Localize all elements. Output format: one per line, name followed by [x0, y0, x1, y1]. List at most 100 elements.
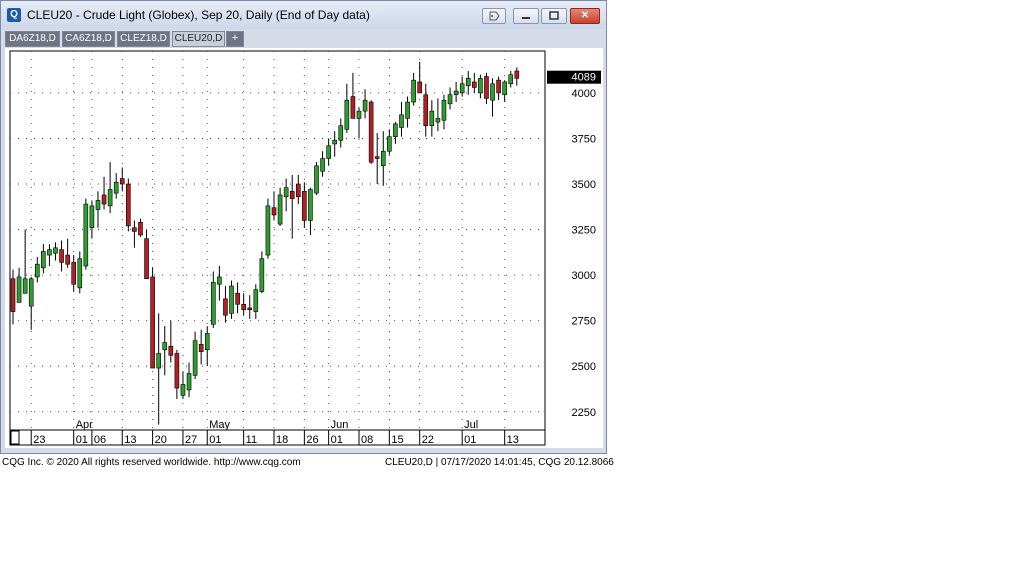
app-icon: Q	[7, 8, 21, 22]
candle-body	[465, 78, 471, 86]
candle-body	[453, 90, 459, 96]
x-tick-label: 22	[422, 434, 434, 446]
candle-body	[459, 83, 465, 94]
x-tick-label: 13	[507, 434, 519, 446]
x-tick-label: 23	[33, 434, 45, 446]
candle-body	[399, 114, 404, 128]
x-tick-label: 18	[276, 434, 288, 446]
status-text: CLEU20,D | 07/17/2020 14:01:45, CQG 20.1…	[385, 457, 614, 468]
y-tick-label: 3000	[572, 270, 596, 282]
last-price-label: 4089	[572, 72, 596, 84]
candle-body	[192, 340, 198, 376]
minimize-button[interactable]	[513, 8, 539, 24]
candle-body	[326, 145, 331, 159]
candle-body	[308, 189, 313, 221]
candle-body	[162, 342, 168, 351]
candle-body	[356, 110, 362, 119]
x-tick-label: 01	[331, 434, 343, 446]
candle-body	[168, 345, 174, 356]
candle-body	[283, 187, 289, 198]
candle-body	[53, 247, 58, 254]
candlestick-chart[interactable]: 2250 2500 2750 3000 3250 3500 3750 4000 23 01 06 13…	[5, 48, 603, 448]
restore-button[interactable]	[541, 8, 567, 24]
candle-body	[229, 285, 234, 314]
candle-body	[34, 263, 40, 278]
x-tick-label: 08	[361, 434, 373, 446]
candle-body	[83, 203, 89, 267]
candle-body	[132, 227, 137, 232]
candle-body	[217, 276, 222, 285]
candle-body	[77, 258, 83, 289]
close-button[interactable]: ✕	[570, 8, 600, 24]
candle-body	[101, 194, 107, 205]
tab-da6z18[interactable]: DA6Z18,D	[5, 31, 60, 47]
chart-area[interactable]: 2250 2500 2750 3000 3250 3500 3750 4000 23 01 06 13…	[5, 48, 603, 448]
y-tick-label: 3500	[572, 179, 596, 191]
candle-body	[472, 81, 477, 88]
candle-body	[441, 99, 447, 121]
candle-body	[47, 249, 52, 256]
candle-body	[362, 99, 368, 112]
title-bar[interactable]: Q CLEU20 - Crude Light (Globex), Sep 20,…	[1, 1, 606, 29]
candle-body	[490, 83, 495, 101]
candle-body	[429, 110, 435, 127]
x-tick-label: 01	[464, 434, 476, 446]
candle-body	[405, 101, 410, 119]
tab-cleu20[interactable]: CLEU20,D	[172, 31, 225, 47]
candle-body	[16, 276, 22, 303]
candle-body	[380, 150, 386, 167]
candle-body	[344, 99, 350, 130]
y-tick-label: 3250	[572, 225, 596, 237]
close-icon: ✕	[580, 10, 590, 21]
tab-ca6z18[interactable]: CA6Z18,D	[62, 31, 115, 47]
candle-body	[374, 156, 380, 159]
x-month-label: Jul	[464, 419, 478, 431]
candle-body	[211, 282, 216, 325]
candle-body	[271, 207, 277, 216]
candle-body	[198, 344, 204, 352]
x-tick-label: 27	[185, 434, 197, 446]
x-tick-label: 11	[246, 434, 257, 446]
add-tab-button[interactable]: +	[226, 31, 244, 47]
candle-body	[350, 96, 356, 119]
window-title: CLEU20 - Crude Light (Globex), Sep 20, D…	[27, 8, 370, 22]
candle-body	[113, 181, 119, 194]
tag-icon-glyph	[489, 11, 500, 21]
candle-body	[180, 384, 186, 396]
candle-body	[89, 205, 95, 229]
candle-body	[320, 158, 325, 172]
candle-body	[265, 205, 271, 256]
minimize-icon	[522, 17, 530, 19]
candle-body	[235, 293, 240, 305]
candle-body	[59, 249, 64, 263]
candle-body	[204, 333, 210, 351]
candle-body	[508, 74, 514, 85]
x-month-label: Apr	[76, 419, 93, 431]
candle-body	[295, 183, 301, 198]
candle-body	[447, 94, 453, 105]
candle-body	[126, 183, 131, 227]
candle-body	[10, 278, 16, 312]
candle-body	[338, 125, 344, 141]
candle-body	[417, 81, 422, 94]
x-tick-label: 26	[306, 434, 318, 446]
tab-clez18[interactable]: CLEZ18,D	[117, 31, 170, 47]
candle-body	[484, 76, 489, 99]
candle-body	[314, 165, 319, 194]
y-tick-label: 2250	[572, 407, 596, 419]
candle-body	[150, 276, 155, 369]
candle-body	[478, 78, 483, 94]
candle-body	[95, 200, 101, 210]
candle-body	[423, 94, 429, 127]
candle-body	[119, 178, 125, 185]
candle-body	[411, 79, 416, 103]
candle-body	[22, 278, 28, 294]
candle-body	[368, 101, 374, 163]
x-tick-label: 06	[94, 434, 106, 446]
restore-icon	[549, 11, 559, 20]
candle-body	[302, 191, 307, 221]
candle-body	[241, 303, 246, 311]
candle-body	[393, 123, 398, 137]
tag-icon[interactable]	[482, 8, 506, 24]
y-tick-label: 4000	[572, 88, 596, 100]
